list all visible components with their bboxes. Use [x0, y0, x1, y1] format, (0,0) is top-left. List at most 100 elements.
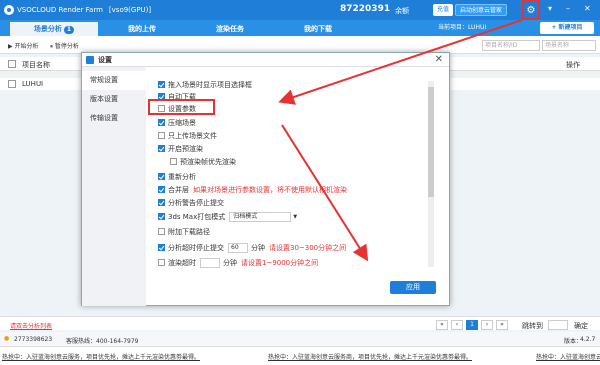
balance-label[interactable]: 余额: [395, 6, 409, 16]
checkbox[interactable]: [158, 145, 165, 152]
checkbox[interactable]: [158, 173, 165, 180]
chevron-down-icon: ▼: [293, 213, 298, 220]
render-timeout-hint: 请设置1~9000分钟之间: [241, 258, 319, 267]
confirm-button[interactable]: 确定: [574, 321, 588, 331]
credits-value: 87220391: [340, 4, 391, 14]
settings-icon: [86, 55, 94, 64]
ticker-bar: 热抢中：入驻蓝海创意云服务，项目优先抢，摊达上千元渲染优惠劵最得。 热抢中：入驻…: [0, 346, 600, 365]
checkbox[interactable]: [158, 186, 165, 193]
analysis-timeout-input[interactable]: 60: [228, 242, 248, 253]
option-label: 拖入场景时显示项目选择框: [168, 80, 252, 89]
open-manager-button[interactable]: 启动创意云管家: [455, 4, 508, 16]
checkbox[interactable]: [158, 228, 165, 235]
option-label: 重新分析: [168, 172, 196, 181]
app-logo: [4, 5, 14, 15]
checkbox[interactable]: [158, 199, 165, 206]
unit-label: 分钟: [223, 258, 237, 267]
first-page-button[interactable]: «: [436, 320, 448, 330]
nav-general[interactable]: 常规设置: [82, 71, 146, 90]
tab-scene-analysis[interactable]: 场景分析 1: [10, 22, 98, 36]
settings-button[interactable]: ⚙: [522, 0, 540, 20]
option-merge-layers[interactable]: 合并层 如果对场景进行参数设置，将不使用默认相机渲染: [158, 184, 347, 195]
scrollbar-thumb[interactable]: [428, 87, 434, 197]
checkbox[interactable]: [158, 259, 165, 266]
option-render-timeout[interactable]: 渲染超时 分钟 请设置1~9000分钟之间: [158, 257, 318, 268]
analysis-timeout-hint: 请设置30~300分钟之间: [269, 243, 347, 252]
header-ops: 操作: [566, 61, 580, 69]
header-project-name: 项目名称: [22, 61, 50, 69]
option-label: 分析超时停止提交: [168, 243, 224, 252]
nav-transfer[interactable]: 传输设置: [82, 109, 146, 128]
select-all-checkbox[interactable]: [8, 60, 16, 68]
option-label: 压缩场景: [168, 118, 196, 127]
merge-layers-hint: 如果对场景进行参数设置，将不使用默认相机渲染: [193, 185, 347, 194]
row-project-name: LUHUI: [22, 80, 44, 88]
last-page-button[interactable]: »: [496, 320, 508, 330]
pause-analysis-button[interactable]: ⏸ 暂停分析: [50, 41, 79, 51]
apply-button[interactable]: 应用: [390, 281, 436, 294]
render-timeout-input[interactable]: [200, 257, 220, 268]
wifi-icon[interactable]: ▾: [548, 4, 552, 13]
dialog-header: 设置: [82, 53, 449, 67]
app-title: VSOCLOUD Render Farm: [17, 6, 103, 14]
checkbox[interactable]: [158, 213, 165, 220]
option-extra-download-path[interactable]: 附加下载路径: [158, 226, 210, 237]
checkbox[interactable]: [158, 132, 165, 139]
option-stop-on-warning[interactable]: 分析警告停止提交: [158, 197, 224, 208]
tab-label: 场景分析: [33, 25, 62, 33]
option-prerender-priority[interactable]: 预渲染帧优先渲染: [170, 156, 236, 167]
option-show-project-selector[interactable]: 拖入场景时显示项目选择框: [158, 79, 252, 90]
option-reanalyze[interactable]: 重新分析: [158, 171, 196, 182]
start-analysis-button[interactable]: ▶ 开始分析: [8, 41, 39, 50]
current-project: 当前项目：LUHUI: [438, 22, 486, 31]
option-label: 预渲染帧优先渲染: [180, 157, 236, 166]
current-project-name[interactable]: LUHUI: [468, 24, 486, 31]
option-compress-scene[interactable]: 压缩场景: [158, 117, 196, 128]
next-page-button[interactable]: ›: [481, 320, 493, 330]
prev-page-button[interactable]: ‹: [451, 320, 463, 330]
jump-label: 跳转到: [522, 322, 543, 330]
vertical-scrollbar[interactable]: [428, 81, 434, 267]
tab-my-downloads[interactable]: 我的下载: [274, 22, 362, 36]
option-label: 合并层: [168, 185, 189, 194]
qq-number[interactable]: 2773398623: [14, 336, 52, 343]
option-upload-scene-only[interactable]: 只上传场景文件: [158, 130, 217, 141]
settings-dialog: 设置 ✕ 常规设置 版本设置 传输设置 拖入场景时显示项目选择框 自动下载 设置…: [81, 52, 450, 306]
dialog-close-button[interactable]: ✕: [435, 54, 443, 65]
option-label: 只上传场景文件: [168, 131, 217, 140]
option-prerender[interactable]: 开启预渲染: [158, 143, 203, 154]
analysis-list-link[interactable]: 请双击分析列表: [10, 321, 52, 330]
checkbox[interactable]: [158, 81, 165, 88]
row-checkbox[interactable]: [8, 80, 16, 88]
qq-icon: ●: [4, 335, 10, 342]
ticker-right[interactable]: 热抢中：入驻蓝海创意云服务: [536, 352, 600, 361]
highlight-box: [148, 99, 215, 115]
settings-nav: 常规设置 版本设置 传输设置: [82, 67, 146, 306]
scene-search-input[interactable]: 场景名称: [542, 40, 596, 51]
contact-bar: ● 2773398623 客服热线：400-164-7979 版本： 4.2.7: [0, 332, 600, 346]
ticker-mid[interactable]: 热抢中：入驻蓝海创意云服务商，项目优先抢，摊达上千元渲染优惠劵最得。: [268, 352, 472, 361]
option-label: 开启预渲染: [168, 144, 203, 153]
hotline: 客服热线：400-164-7979: [66, 338, 139, 345]
tab-render-tasks[interactable]: 渲染任务: [186, 22, 274, 36]
checkbox[interactable]: [158, 244, 165, 251]
ticker-left[interactable]: 热抢中：入驻蓝海创意云服务，项目优先抢，摊达上千元渲染优惠劵最得。: [2, 352, 200, 361]
option-analysis-timeout[interactable]: 分析超时停止提交 60 分钟 请设置30~300分钟之间: [158, 242, 346, 253]
project-search-input[interactable]: 项目名称/ID: [482, 40, 540, 51]
checkbox[interactable]: [158, 119, 165, 126]
checkbox[interactable]: [170, 158, 177, 165]
nav-version[interactable]: 版本设置: [82, 90, 146, 109]
jump-input[interactable]: [548, 320, 568, 330]
unit-label: 分钟: [251, 243, 265, 252]
option-max-pack-mode[interactable]: 3ds Max打包模式 归档模式 ▼: [158, 211, 297, 222]
minimize-button[interactable]: –: [566, 4, 570, 13]
tab-my-uploads[interactable]: 我的上传: [98, 22, 186, 36]
close-button[interactable]: ✕: [584, 4, 591, 13]
recharge-button[interactable]: 充值: [433, 4, 454, 16]
gear-icon: ⚙: [526, 4, 536, 16]
count-badge: 1: [63, 26, 75, 34]
pack-mode-select[interactable]: 归档模式: [229, 211, 292, 222]
new-project-button[interactable]: + 新建项目: [540, 22, 594, 34]
page-1-button[interactable]: 1: [466, 320, 478, 330]
version-value: 4.2.7: [580, 336, 596, 343]
